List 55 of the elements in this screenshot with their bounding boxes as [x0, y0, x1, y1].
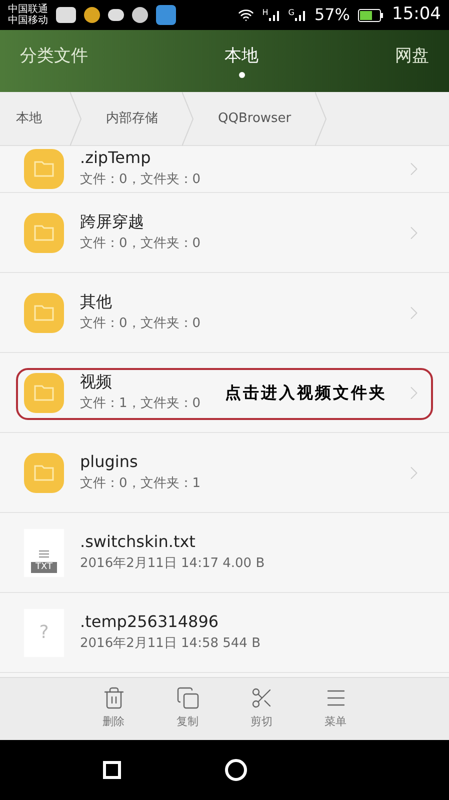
- breadcrumb-item[interactable]: 内部存储: [82, 108, 182, 128]
- trash-icon: [102, 686, 126, 710]
- folder-icon: [24, 292, 64, 332]
- file-name: .switchskin.txt: [80, 532, 196, 552]
- network-type: H: [262, 9, 268, 17]
- network-type: G: [288, 9, 294, 17]
- file-info: 文件：1，文件夹：0: [80, 394, 202, 412]
- scissors-icon: [250, 686, 274, 710]
- file-info: 2016年2月11日 14:58 544 B: [80, 634, 262, 652]
- recent-apps-icon[interactable]: [102, 761, 120, 779]
- file-info: 文件：0，文件夹：1: [80, 474, 202, 492]
- file-row[interactable]: plugins 文件：0，文件夹：1: [0, 433, 449, 513]
- file-name: plugins: [80, 452, 139, 472]
- lines-icon: [39, 550, 49, 558]
- file-info: 文件：0，文件夹：0: [80, 234, 202, 252]
- file-row[interactable]: 其他 文件：0，文件夹：0: [0, 273, 449, 353]
- file-info: 文件：0，文件夹：0: [80, 171, 202, 189]
- signal-icon: [294, 9, 306, 21]
- wifi-icon: [238, 7, 254, 23]
- carrier-name: 中国移动: [8, 15, 48, 26]
- file-info: 文件：0，文件夹：0: [80, 314, 202, 332]
- unknown-file-icon: ?: [24, 608, 64, 656]
- folder-icon: [24, 212, 64, 252]
- file-name: 其他: [80, 292, 113, 312]
- folder-icon: [24, 452, 64, 492]
- file-info: 2016年2月11日 14:17 4.00 B: [80, 554, 266, 572]
- toolbar-button[interactable]: 菜单: [318, 686, 354, 740]
- file-name: 视频: [80, 372, 113, 392]
- file-row[interactable]: 视频 文件：1，文件夹：0 点击进入视频文件夹: [0, 353, 449, 433]
- toolbar-button[interactable]: 复制: [170, 686, 206, 740]
- annotation-text: 点击进入视频文件夹: [225, 382, 387, 404]
- breadcrumb-item[interactable]: 本地: [0, 108, 70, 128]
- carrier-name: 中国联通: [8, 4, 48, 15]
- tab[interactable]: 网盘: [395, 44, 429, 78]
- folder-icon: [24, 372, 64, 412]
- battery-percent: 57%: [314, 4, 350, 26]
- file-type-label: TXT: [31, 562, 56, 572]
- file-row[interactable]: TXT .switchskin.txt 2016年2月11日 14:17 4.00 B: [0, 513, 449, 593]
- home-icon[interactable]: [224, 759, 246, 781]
- toolbar-button[interactable]: 剪切: [244, 686, 280, 740]
- battery-icon: [358, 8, 384, 22]
- toolbar-button[interactable]: 删除: [96, 686, 132, 740]
- copy-icon: [176, 686, 200, 710]
- breadcrumb-item[interactable]: QQBrowser: [194, 108, 316, 128]
- file-row[interactable]: ? .temp256314896 2016年2月11日 14:58 544 B: [0, 593, 449, 673]
- file-row[interactable]: .zipTemp 文件：0，文件夹：0: [0, 146, 449, 193]
- tab[interactable]: 本地: [224, 44, 258, 78]
- file-name: .zipTemp: [80, 148, 152, 168]
- tab[interactable]: 分类文件: [20, 44, 88, 78]
- file-name: .temp256314896: [80, 612, 220, 632]
- folder-icon: [24, 149, 64, 189]
- clock-time: 15:04: [392, 3, 441, 26]
- file-name: 跨屏穿越: [80, 212, 145, 232]
- signal-icon: [268, 9, 280, 21]
- file-row[interactable]: 跨屏穿越 文件：0，文件夹：0: [0, 193, 449, 273]
